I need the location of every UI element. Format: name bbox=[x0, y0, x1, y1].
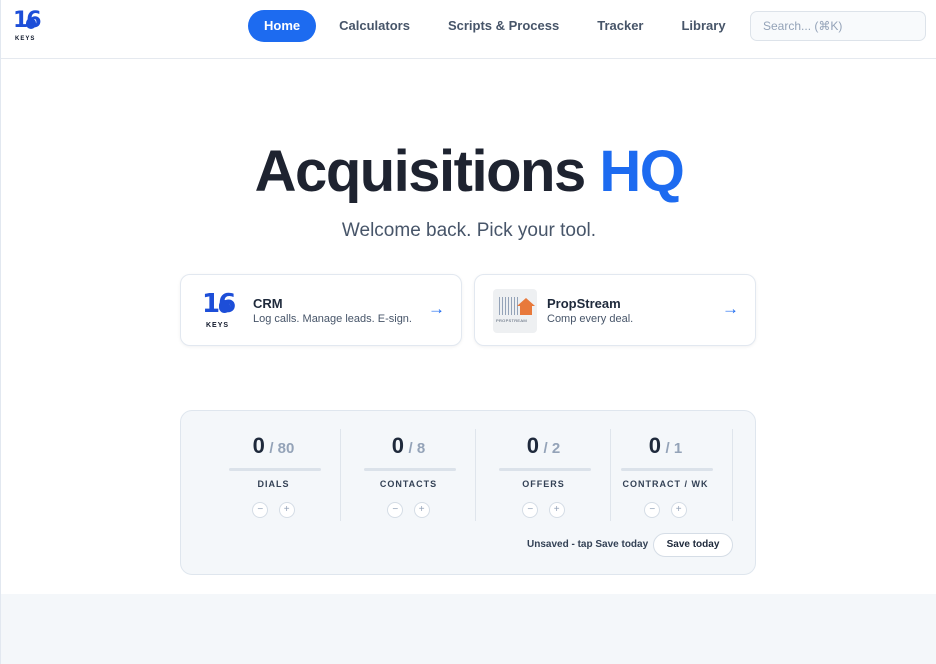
house-body bbox=[520, 306, 532, 315]
increment-button[interactable]: + bbox=[413, 502, 430, 518]
decrement-button[interactable]: − bbox=[252, 502, 269, 518]
daily-tracker-panel: 0 / 80 DIALS − + 0 / 8 CONTACTS − + 0 / … bbox=[180, 410, 756, 575]
stat-count: 0 bbox=[252, 433, 265, 458]
arrow-right-icon: → bbox=[722, 299, 739, 318]
decrement-button[interactable]: − bbox=[522, 502, 539, 518]
main-nav: Home Calculators Scripts & Process Track… bbox=[248, 10, 745, 42]
save-status-text: Unsaved - tap Save today bbox=[527, 539, 649, 550]
crm-logo-icon: 16 KEYS bbox=[199, 289, 243, 333]
search-input[interactable]: Search... (⌘K) bbox=[750, 11, 926, 41]
stat-label: DIALS bbox=[257, 479, 290, 489]
stat-contract-wk: 0 / 1 CONTRACT / WK − + bbox=[599, 429, 733, 521]
title-main: Acquisitions bbox=[254, 139, 587, 204]
increment-button[interactable]: + bbox=[278, 502, 295, 518]
arrow-right-icon: → bbox=[428, 299, 445, 318]
stat-value: 0 / 80 bbox=[207, 433, 340, 459]
stat-count: 0 bbox=[526, 433, 540, 458]
nav-tracker[interactable]: Tracker bbox=[578, 10, 662, 42]
stat-count: 0 bbox=[648, 433, 662, 458]
crm-logo-text: KEYS bbox=[206, 322, 230, 329]
nav-calculators[interactable]: Calculators bbox=[320, 10, 429, 42]
logo-bars bbox=[499, 297, 519, 315]
brand-logo[interactable]: 16 KEYS bbox=[11, 8, 42, 44]
card-title: CRM bbox=[253, 296, 283, 311]
decrement-button[interactable]: − bbox=[644, 502, 661, 518]
footer-section bbox=[1, 594, 936, 664]
stat-value: 0 / 2 bbox=[477, 433, 610, 459]
stat-value: 0 / 1 bbox=[599, 433, 732, 459]
stat-goal: / 8 bbox=[408, 440, 426, 457]
propstream-logo-icon: PROPSTREAM bbox=[493, 289, 537, 333]
stepper: − + bbox=[477, 499, 610, 518]
card-description: Log calls. Manage leads. E-sign. bbox=[253, 313, 412, 325]
stat-contacts: 0 / 8 CONTACTS − + bbox=[342, 429, 476, 521]
increment-button[interactable]: + bbox=[548, 502, 565, 518]
nav-home[interactable]: Home bbox=[248, 10, 317, 42]
nav-library[interactable]: Library bbox=[662, 10, 744, 42]
decrement-button[interactable]: − bbox=[387, 502, 404, 518]
stepper: − + bbox=[599, 499, 732, 518]
top-nav-bar: 16 KEYS Home Calculators Scripts & Proce… bbox=[1, 0, 936, 59]
stat-label: CONTRACT / WK bbox=[622, 479, 709, 489]
crm-card[interactable]: 16 KEYS CRM Log calls. Manage leads. E-s… bbox=[180, 274, 462, 346]
card-title: PropStream bbox=[547, 296, 621, 311]
propstream-logo-text: PROPSTREAM bbox=[496, 318, 528, 323]
stepper: − + bbox=[207, 499, 340, 518]
increment-button[interactable]: + bbox=[670, 502, 687, 518]
stat-goal: / 80 bbox=[269, 440, 295, 457]
stat-offers: 0 / 2 OFFERS − + bbox=[477, 429, 611, 521]
progress-bar bbox=[499, 468, 591, 471]
stat-value: 0 / 8 bbox=[342, 433, 475, 459]
lock-icon bbox=[26, 18, 36, 29]
progress-bar bbox=[229, 468, 321, 471]
stat-count: 0 bbox=[391, 433, 405, 458]
stat-dials: 0 / 80 DIALS − + bbox=[207, 429, 341, 521]
stat-label: OFFERS bbox=[522, 479, 565, 489]
page-subtitle: Welcome back. Pick your tool. bbox=[341, 220, 597, 241]
progress-bar bbox=[621, 468, 713, 471]
progress-bar bbox=[364, 468, 456, 471]
lock-icon bbox=[219, 300, 230, 313]
nav-scripts-process[interactable]: Scripts & Process bbox=[429, 10, 578, 42]
stat-goal: / 1 bbox=[665, 440, 683, 457]
propstream-card[interactable]: PROPSTREAM PropStream Comp every deal. → bbox=[474, 274, 756, 346]
stepper: − + bbox=[342, 499, 475, 518]
house-icon bbox=[517, 298, 535, 306]
title-accent: HQ bbox=[599, 139, 685, 204]
logo-text: KEYS bbox=[15, 36, 36, 42]
stat-goal: / 2 bbox=[543, 440, 561, 457]
page: 16 KEYS Home Calculators Scripts & Proce… bbox=[0, 0, 936, 664]
stat-label: CONTACTS bbox=[379, 479, 438, 489]
card-description: Comp every deal. bbox=[547, 313, 634, 325]
save-today-button[interactable]: Save today bbox=[653, 533, 733, 557]
page-title: Acquisitions HQ bbox=[1, 138, 936, 205]
